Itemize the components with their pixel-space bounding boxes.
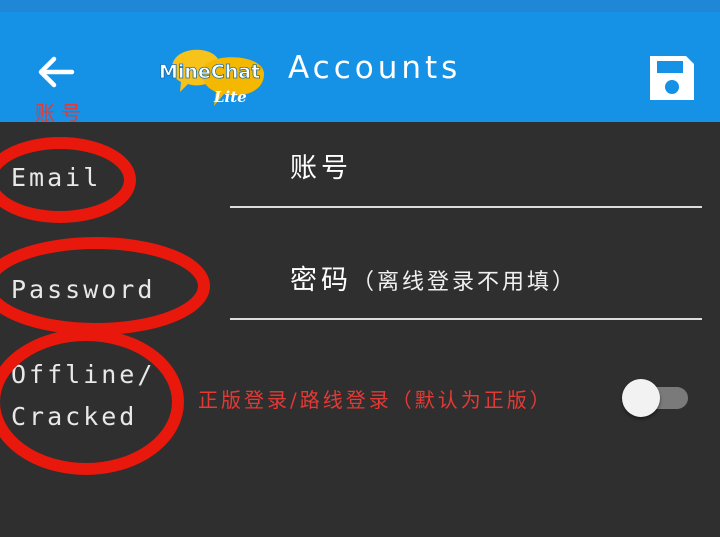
- page-title: Accounts: [288, 50, 462, 86]
- floppy-disk-icon[interactable]: [646, 52, 698, 104]
- password-field[interactable]: 密码（离线登录不用填）: [290, 258, 577, 297]
- minechat-logo: MineChat Lite: [159, 49, 264, 106]
- offline-toggle[interactable]: [622, 379, 690, 417]
- password-underline: [230, 318, 702, 320]
- email-field[interactable]: 账号: [290, 146, 352, 185]
- svg-text:MineChat: MineChat: [159, 61, 260, 83]
- arrow-left-icon[interactable]: [34, 50, 78, 94]
- svg-text:Lite: Lite: [213, 88, 247, 106]
- password-hint: （离线登录不用填）: [352, 270, 578, 295]
- annotation-account: 账号: [35, 101, 87, 125]
- offline-label: Offline/: [11, 360, 156, 389]
- status-bar: [0, 0, 720, 12]
- app-bar: MineChat Lite Accounts: [0, 12, 720, 122]
- cracked-label: Cracked: [11, 402, 138, 431]
- password-label: Password: [11, 275, 156, 304]
- toggle-thumb: [622, 379, 660, 417]
- email-underline: [230, 206, 702, 208]
- annotation-login-mode: 正版登录/路线登录（默认为正版）: [198, 388, 553, 412]
- email-label: Email: [11, 163, 102, 192]
- password-placeholder: 密码: [290, 265, 352, 296]
